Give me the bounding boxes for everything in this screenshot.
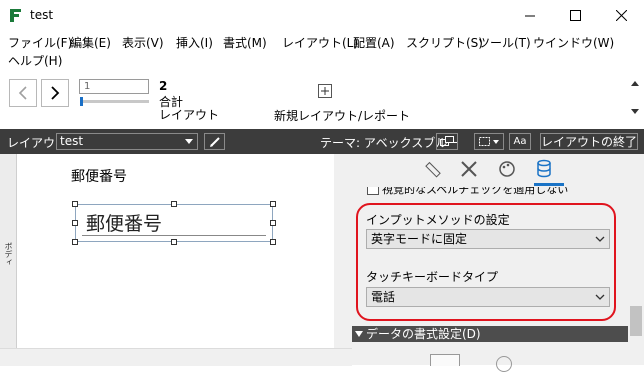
spellcheck-option-row: 視覚的なスペルチェックを適用しない [352, 187, 628, 197]
minimize-button[interactable] [507, 0, 553, 31]
current-record-input[interactable]: 1 [79, 79, 149, 94]
dropdown-arrow-icon [185, 139, 193, 144]
layout-bar: レイアウト: test テーマ: アベックスブルー Aa レイアウトの終了 [0, 129, 644, 154]
inspector-tabs [352, 154, 644, 187]
record-count: 2 [159, 79, 168, 93]
theme-change-button[interactable] [436, 133, 458, 150]
minimize-icon [524, 15, 535, 17]
record-slider-thumb[interactable] [80, 97, 83, 106]
record-slider[interactable] [80, 100, 149, 103]
format-control-partial[interactable] [496, 356, 512, 372]
selection-handle[interactable] [171, 201, 177, 207]
new-layout-button[interactable] [318, 84, 332, 98]
canvas-vertical-scrollbar[interactable] [334, 154, 352, 348]
pencil-icon [209, 136, 220, 147]
menu-layout[interactable]: レイアウト(L) [282, 34, 358, 51]
tools-appearance-tab-icon[interactable] [460, 160, 478, 178]
menu-window[interactable]: ウインドウ(W) [533, 34, 614, 51]
chevron-left-icon [18, 86, 27, 100]
part-label-ruler: ボディ [0, 154, 17, 365]
screen-size-button[interactable] [474, 133, 504, 150]
chevron-right-icon [51, 86, 60, 100]
menu-scripts[interactable]: スクリプト(S) [406, 34, 483, 51]
chevron-down-icon [595, 236, 605, 242]
menu-arrange[interactable]: 配置(A) [353, 34, 395, 51]
selection-handle[interactable] [72, 239, 78, 245]
active-tab-indicator [534, 183, 564, 186]
status-toolbar: 1 2 合計 レイアウト 新規レイアウト/レポート [0, 67, 644, 129]
field-label[interactable]: 郵便番号 [71, 166, 127, 186]
layout-count-label: レイアウト [159, 108, 220, 122]
menu-file[interactable]: ファイル(F) [8, 34, 72, 51]
touch-keyboard-label: タッチキーボードタイプ [366, 270, 499, 284]
menu-format[interactable]: 書式(M) [223, 34, 267, 51]
plus-icon [321, 87, 329, 95]
title-bar: test [0, 0, 644, 31]
maximize-button[interactable] [552, 0, 598, 31]
close-icon [615, 10, 627, 21]
close-button[interactable] [598, 0, 644, 31]
selection-handle[interactable] [270, 239, 276, 245]
menu-edit[interactable]: 編集(E) [70, 34, 111, 51]
selection-handle[interactable] [72, 201, 78, 207]
data-format-header-label: データの書式設定(D) [366, 327, 481, 341]
layout-select[interactable]: test [56, 133, 198, 150]
selection-handle[interactable] [171, 239, 177, 245]
touch-keyboard-select[interactable]: 電話 [366, 287, 610, 307]
menu-bar: ファイル(F) 編集(E) 表示(V) 挿入(I) 書式(M) レイアウト(L)… [0, 31, 644, 68]
menu-insert[interactable]: 挿入(I) [176, 34, 213, 51]
toolbar-scroll-up-icon[interactable] [631, 80, 639, 86]
text-format-button[interactable]: Aa [509, 133, 531, 150]
menu-view[interactable]: 表示(V) [122, 34, 164, 51]
new-layout-label: 新規レイアウト/レポート [274, 109, 411, 123]
database-data-tab-icon[interactable] [536, 159, 552, 179]
input-method-value: 英字モードに固定 [371, 232, 468, 246]
spellcheck-option-label: 視覚的なスペルチェックを適用しない [382, 187, 569, 196]
data-format-section-header[interactable]: データの書式設定(D) [352, 326, 628, 342]
device-size-icon [479, 137, 499, 146]
palette-tab-icon[interactable] [498, 160, 516, 178]
layout-select-value: test [60, 134, 84, 148]
collapse-triangle-icon [355, 331, 363, 337]
menu-tools[interactable]: ツール(T) [478, 34, 531, 51]
inspector-scroll-thumb[interactable] [630, 306, 642, 336]
body-part-label: ボディ [4, 242, 13, 266]
input-method-select[interactable]: 英字モードに固定 [366, 229, 610, 249]
maximize-icon [569, 10, 581, 21]
selection-handle[interactable] [270, 201, 276, 207]
selection-handle[interactable] [270, 220, 276, 226]
ruler-position-tab-icon[interactable] [424, 160, 442, 178]
theme-windows-icon [440, 136, 454, 146]
canvas-horizontal-scrollbar[interactable] [0, 348, 352, 366]
exit-layout-button[interactable]: レイアウトの終了 [540, 133, 638, 150]
format-control-partial[interactable] [430, 354, 460, 366]
layout-canvas: 郵便番号 郵便番号 [18, 154, 334, 348]
selection-handle[interactable] [72, 220, 78, 226]
chevron-down-icon [595, 294, 605, 300]
next-record-button[interactable] [41, 79, 69, 107]
inspector-scrollbar[interactable] [628, 154, 644, 365]
input-method-label: インプットメソッドの設定 [366, 213, 510, 227]
touch-keyboard-value: 電話 [371, 290, 396, 304]
spellcheck-checkbox[interactable] [367, 187, 379, 195]
field-name-text: 郵便番号 [86, 213, 163, 235]
postal-code-field[interactable]: 郵便番号 [75, 204, 273, 242]
window-title: test [30, 8, 54, 22]
edit-layout-button[interactable] [204, 133, 225, 150]
previous-record-button[interactable] [9, 79, 37, 107]
toolbar-scroll-down-icon[interactable] [631, 109, 639, 115]
filemaker-app-icon [10, 9, 21, 22]
field-baseline [82, 235, 266, 236]
